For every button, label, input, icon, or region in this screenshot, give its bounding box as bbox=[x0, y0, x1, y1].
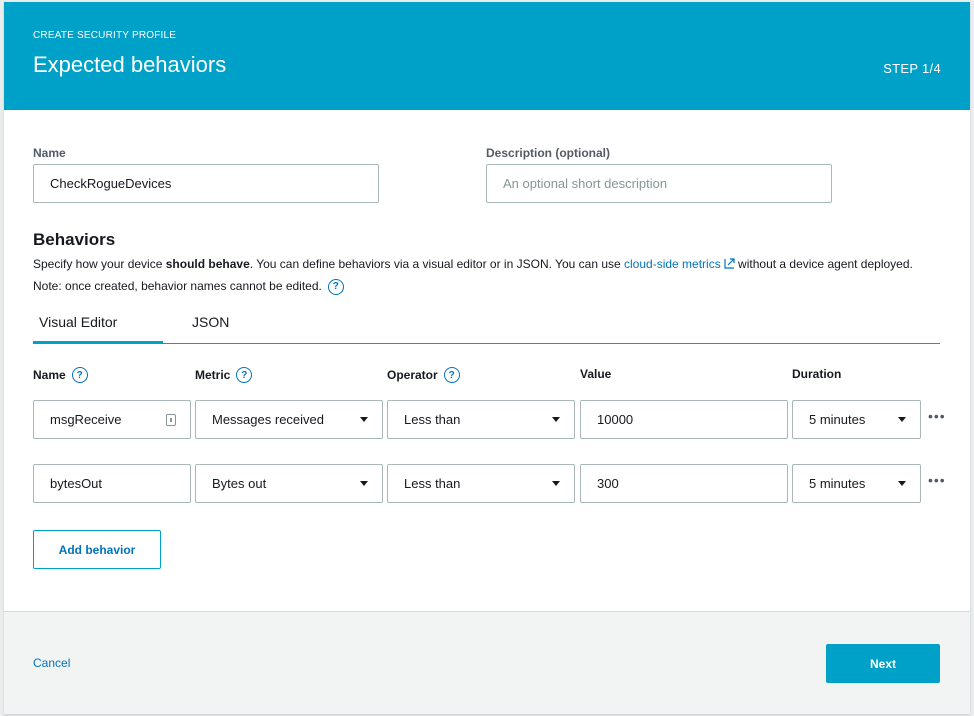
duration-value: 5 minutes bbox=[809, 412, 866, 427]
column-name-label: Name bbox=[33, 368, 66, 382]
behavior-name-input[interactable]: msgReceive bbox=[33, 400, 191, 439]
column-header-value: Value bbox=[580, 367, 612, 381]
metric-value: Bytes out bbox=[212, 476, 267, 491]
profile-name-input[interactable]: CheckRogueDevices bbox=[33, 164, 379, 203]
column-header-metric: Metric? bbox=[195, 367, 253, 383]
operator-select[interactable]: Less than bbox=[387, 464, 575, 503]
column-header-duration: Duration bbox=[792, 367, 842, 381]
desc-bold: should behave bbox=[165, 257, 250, 271]
chevron-down-icon bbox=[898, 417, 906, 422]
column-metric-label: Metric bbox=[195, 368, 231, 382]
metric-select[interactable]: Bytes out bbox=[195, 464, 383, 503]
help-icon[interactable]: ? bbox=[71, 367, 88, 383]
chevron-down-icon bbox=[552, 481, 560, 486]
behavior-name-value: msgReceive bbox=[50, 412, 122, 427]
behaviors-heading: Behaviors bbox=[33, 230, 116, 249]
wizard-header: CREATE SECURITY PROFILE Expected behavio… bbox=[4, 2, 970, 110]
step-indicator: STEP 1/4 bbox=[883, 61, 941, 76]
help-icon[interactable]: ? bbox=[236, 367, 253, 383]
desc-text-1: Specify how your device bbox=[33, 257, 166, 271]
next-button[interactable]: Next bbox=[826, 644, 940, 683]
column-operator-label: Operator bbox=[387, 368, 438, 382]
external-link-icon bbox=[724, 258, 735, 269]
page-title: Expected behaviors bbox=[33, 52, 227, 77]
description-input[interactable]: An optional short description bbox=[486, 164, 832, 203]
help-icon[interactable]: ? bbox=[327, 278, 344, 295]
chevron-down-icon bbox=[552, 417, 560, 422]
description-label: Description (optional) bbox=[486, 146, 610, 160]
tab-visual-editor[interactable]: Visual Editor bbox=[33, 312, 163, 344]
autofill-key-icon bbox=[166, 413, 176, 426]
operator-value: Less than bbox=[404, 412, 461, 427]
column-header-operator: Operator? bbox=[387, 367, 460, 383]
operator-select[interactable]: Less than bbox=[387, 400, 575, 439]
wizard-eyebrow: CREATE SECURITY PROFILE bbox=[33, 30, 177, 41]
help-icon[interactable]: ? bbox=[443, 367, 460, 383]
more-options-icon[interactable]: ••• bbox=[928, 408, 946, 424]
value-input[interactable]: 10000 bbox=[580, 400, 788, 439]
value-input[interactable]: 300 bbox=[580, 464, 788, 503]
duration-select[interactable]: 5 minutes bbox=[792, 400, 921, 439]
behaviors-description: Specify how your device should behave. Y… bbox=[33, 253, 923, 297]
wizard-footer: Cancel Next bbox=[4, 611, 970, 714]
behavior-name-value: bytesOut bbox=[50, 476, 103, 491]
chevron-down-icon bbox=[898, 481, 906, 486]
add-behavior-button[interactable]: Add behavior bbox=[33, 530, 161, 569]
behavior-name-input[interactable]: bytesOut bbox=[33, 464, 191, 503]
cloud-side-metrics-link[interactable]: cloud-side metrics bbox=[624, 257, 735, 271]
duration-select[interactable]: 5 minutes bbox=[792, 464, 921, 503]
more-options-icon[interactable]: ••• bbox=[928, 472, 946, 488]
chevron-down-icon bbox=[360, 481, 368, 486]
cloud-side-metrics-link-text: cloud-side metrics bbox=[624, 257, 721, 271]
chevron-down-icon bbox=[360, 417, 368, 422]
wizard-card: CREATE SECURITY PROFILE Expected behavio… bbox=[4, 2, 970, 714]
operator-value: Less than bbox=[404, 476, 461, 491]
metric-select[interactable]: Messages received bbox=[195, 400, 383, 439]
cancel-link[interactable]: Cancel bbox=[33, 656, 70, 670]
duration-value: 5 minutes bbox=[809, 476, 866, 491]
column-header-name: Name? bbox=[33, 367, 88, 383]
metric-value: Messages received bbox=[212, 412, 324, 427]
name-label: Name bbox=[33, 146, 66, 160]
desc-text-2: . You can define behaviors via a visual … bbox=[249, 257, 625, 271]
editor-tabs: Visual Editor JSON bbox=[33, 312, 940, 344]
tab-json[interactable]: JSON bbox=[192, 312, 252, 344]
